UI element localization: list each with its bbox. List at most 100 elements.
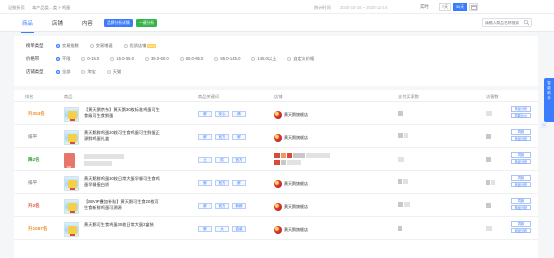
radio-icon — [214, 56, 219, 61]
filter-option[interactable]: 天猫 — [106, 69, 121, 75]
analyze-button[interactable]: 商品分析 — [511, 204, 531, 210]
masked-value — [486, 180, 490, 185]
filter-option[interactable]: 淘宝 — [81, 69, 96, 75]
keyword-tags: 鲜 大 盒装 — [198, 226, 249, 232]
analyze-button[interactable]: 商品分析 — [511, 227, 531, 233]
keyword-tag[interactable]: 精 — [232, 111, 246, 117]
radio-icon — [287, 56, 292, 61]
product-thumbnail[interactable] — [64, 130, 79, 145]
tab-content[interactable]: 内容 — [82, 19, 93, 27]
keyword-tag[interactable]: 鲜 — [232, 134, 246, 140]
analyze-button[interactable]: 商品分析 — [511, 158, 531, 164]
product-title[interactable]: 黄天鹅鲜鸡蛋30枚日常大蛋早餐可生食鸡蛋早餐蛋白质 — [84, 176, 162, 188]
filter-option[interactable]: 不限 — [56, 56, 70, 62]
shop-name: 黄天鹅旗舰店 — [284, 204, 308, 209]
masked-value — [404, 133, 408, 138]
date-range: 2020-10-16 ~ 2020-11-14 — [340, 5, 388, 10]
brand-analysis-button[interactable]: 品牌分析详情 — [104, 19, 133, 27]
filter-option[interactable]: 35.0-60.0 — [144, 56, 169, 61]
calendar-icon[interactable] — [469, 3, 478, 11]
shop-cell[interactable]: 黄天鹅旗舰店 — [274, 203, 308, 211]
filter-option[interactable]: 优质店铺 NEW — [123, 43, 157, 49]
filter-option[interactable]: 60.0-95.0 — [179, 56, 203, 61]
table-row: 升1087名 黄天鹅可生食鸡蛋30枚日常大蛋2盒装 鲜 大 盒装 黄天鹅旗舰店 … — [14, 217, 538, 240]
keyword-tag[interactable]: 鲜 — [198, 111, 212, 117]
radio-icon — [56, 43, 60, 48]
shop-logo-icon — [274, 111, 282, 119]
keyword-tag[interactable]: 鲜 — [198, 180, 212, 186]
realtime-toggle[interactable]: 实时 — [420, 4, 429, 10]
range-30d-button[interactable]: 30天 — [453, 3, 467, 11]
keyword-tag[interactable]: 新鲜 — [232, 203, 246, 209]
shop-cell[interactable]: 黄天鹅旗舰店 — [274, 180, 308, 188]
tab-goods[interactable]: 商品 — [21, 19, 34, 33]
keyword-tag[interactable]: 鲜 — [198, 203, 212, 209]
keyword-tag[interactable]: 官方 — [215, 134, 229, 140]
keyword-tag[interactable]: 鲜 — [232, 180, 246, 186]
same-style-button[interactable]: 同款 — [511, 175, 531, 181]
filter-option[interactable]: 0-15.0 — [81, 56, 99, 61]
table-row: 排平 黄天鹅鲜鸡蛋20枚可生食鸡蛋可生鲜蛋正源鲜鸡蛋礼盒 鲜 官方 鲜 黄天鹅旗… — [14, 125, 538, 148]
assistant-float-button[interactable]: 智 能 助 手 — [544, 78, 554, 122]
filter-option[interactable]: 15.0-35.0 — [110, 56, 134, 61]
keyword-tag[interactable]: 官方 — [232, 157, 246, 163]
same-style-button[interactable]: 同款 — [511, 198, 531, 204]
keyword-tag[interactable]: 安心 — [215, 111, 229, 117]
tabs-bar: 商品 店铺 内容 品牌分析详情 一键分析 — [0, 14, 554, 33]
shop-cell[interactable]: 黄天鹅旗舰店 — [274, 226, 308, 234]
breadcrumb-item[interactable]: 本产品类…类 > 鸡蛋 — [32, 5, 70, 10]
column-header[interactable]: 访客数 — [486, 94, 499, 100]
product-thumbnail[interactable] — [64, 222, 79, 237]
filter-panel: 榜单类型 交易指数 交易增速 优质店铺 NEW 价格带 不限 0-15.0 15.… — [14, 36, 538, 86]
search-icon[interactable] — [523, 19, 530, 26]
product-thumbnail[interactable] — [64, 199, 79, 214]
keyword-tag[interactable]: 鲜 — [198, 134, 212, 140]
tab-shops[interactable]: 店铺 — [52, 19, 63, 27]
product-thumbnail[interactable] — [64, 107, 79, 122]
product-title[interactable]: 黄天鹅可生食鸡蛋30枚日常大蛋2盒装 — [84, 222, 162, 228]
filter-option[interactable]: 自定义价格 — [287, 56, 314, 62]
breadcrumb-item[interactable]: 记账折页 — [8, 5, 25, 10]
keyword-tag[interactable]: 鲜 — [198, 226, 212, 232]
product-thumbnail[interactable] — [64, 176, 79, 191]
analyze-button[interactable]: 商品分析 — [511, 181, 531, 187]
table-row: 升253名 【黄天鹅京东】黄天鹅30枚标准鸡蛋可生食级可生食鲜蛋 鲜 安心 精 … — [14, 102, 538, 125]
one-click-analysis-button[interactable]: 一键分析 — [136, 19, 158, 27]
compare-button[interactable]: 同款比价 — [511, 112, 531, 118]
range-7d-button[interactable]: 7天 — [439, 3, 451, 11]
filter-option[interactable]: 交易指数 — [56, 43, 79, 49]
column-header[interactable]: 支付买家数 — [398, 94, 419, 100]
keyword-tags: 鲜 官方 鲜 — [198, 134, 249, 140]
search-box — [482, 18, 532, 27]
same-style-button[interactable]: 同款 — [511, 129, 531, 135]
keyword-tag[interactable]: 土 — [198, 157, 212, 163]
product-thumbnail[interactable] — [64, 153, 75, 168]
filter-option[interactable]: 交易增速 — [89, 43, 113, 49]
keyword-tag[interactable]: 供 — [215, 157, 229, 163]
same-style-button[interactable]: 同款 — [511, 221, 531, 227]
keyword-tags: 土 供 官方 — [198, 157, 249, 163]
collapse-arrow-icon[interactable]: ‹ — [541, 122, 547, 128]
shop-logo-icon — [274, 203, 282, 211]
keyword-tag[interactable]: 大 — [215, 226, 229, 232]
filter-option[interactable]: 145.0以上 — [251, 56, 276, 62]
product-title[interactable]: 【88VIP叠加补贴】黄天鹅可生食20枚可生食新鲜鸡蛋可溯源 — [84, 199, 162, 211]
rank-change: 升1087名 — [28, 226, 48, 231]
analyze-button[interactable]: 商品分析 — [511, 106, 531, 112]
filter-option[interactable]: 95.0-145.0 — [214, 56, 240, 61]
analyze-button[interactable]: 商品分析 — [511, 135, 531, 141]
keyword-tag[interactable]: 盒装 — [232, 226, 246, 232]
product-title[interactable]: 黄天鹅鲜鸡蛋20枚可生食鸡蛋可生鲜蛋正源鲜鸡蛋礼盒 — [84, 130, 162, 142]
keyword-tag[interactable]: 官方 — [215, 203, 229, 209]
same-style-button[interactable]: 同款 — [511, 152, 531, 158]
shop-cell[interactable]: 黄天鹅旗舰店 — [274, 111, 308, 119]
filter-option[interactable]: 全部 — [56, 69, 70, 75]
search-input[interactable] — [483, 19, 523, 26]
shop-cell[interactable]: 黄天鹅旗舰店 — [274, 134, 308, 142]
shop-logo-icon — [274, 180, 282, 188]
product-title[interactable]: 【黄天鹅京东】黄天鹅30枚标准鸡蛋可生食级可生食鲜蛋 — [84, 107, 162, 119]
keyword-tags: 鲜 官方 鲜 — [198, 180, 249, 186]
masked-shop — [287, 160, 301, 165]
keyword-tag[interactable]: 官方 — [215, 180, 229, 186]
shop-name: 黄天鹅旗舰店 — [284, 181, 308, 186]
